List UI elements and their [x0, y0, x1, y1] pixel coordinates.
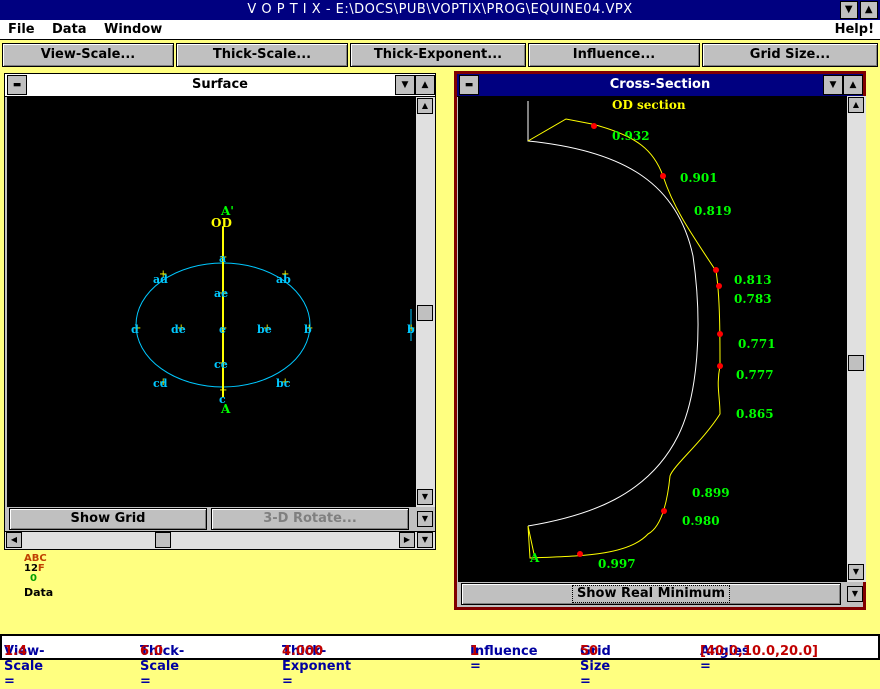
value-0901: 0.901 [680, 171, 718, 185]
legend-line2b: F [37, 563, 45, 574]
cross-section-window: ▬ Cross-Section ▼ ▲ OD section A 0.932 0… [454, 71, 866, 610]
label-d: d [131, 323, 139, 336]
label-be: be [257, 323, 272, 336]
point-2 [660, 173, 666, 179]
scroll-up-icon[interactable]: ▲ [848, 97, 864, 113]
surface-vscroll-thumb[interactable] [417, 305, 433, 321]
label-ce: ce [214, 358, 228, 371]
value-0777: 0.777 [736, 368, 774, 382]
label-c: c [219, 393, 226, 406]
influence-button[interactable]: Influence... [528, 43, 700, 67]
legend-line3: 0 [30, 573, 37, 584]
cross-section-subtitle: OD section [612, 98, 686, 112]
label-od: OD [211, 216, 232, 230]
minimize-button[interactable]: ▼ [840, 1, 858, 19]
scroll-down-icon[interactable]: ▼ [417, 511, 433, 527]
value-0997: 0.997 [598, 557, 636, 571]
point-8 [577, 551, 583, 557]
surface-title-bar: ▬ Surface ▼ ▲ [5, 74, 435, 97]
label-bc: bc [276, 377, 291, 390]
surface-button-row: Show Grid 3-D Rotate... ▼ [5, 507, 435, 531]
scroll-up-icon[interactable]: ▲ [417, 98, 433, 114]
thick-scale-button[interactable]: Thick-Scale... [176, 43, 348, 67]
menu-bar: File Data Window Help! [0, 20, 880, 40]
point-6 [717, 363, 723, 369]
surface-canvas[interactable]: +++ ++ + + + + + + + + + A' OD A a ae e ce c … [7, 97, 415, 507]
view-scale-button[interactable]: View-Scale... [2, 43, 174, 67]
scroll-down-icon[interactable]: ▼ [848, 564, 864, 580]
cross-section-title: Cross-Section [609, 77, 711, 92]
point-4 [716, 283, 722, 289]
value-0980: 0.980 [682, 514, 720, 528]
value-0813: 0.813 [734, 273, 772, 287]
scroll-down-icon[interactable]: ▼ [417, 489, 433, 505]
show-real-minimum-label: Show Real Minimum [571, 585, 731, 603]
cross-section-vscrollbar[interactable]: ▲ ▼ [846, 96, 866, 582]
menu-window[interactable]: Window [104, 22, 162, 37]
menu-data[interactable]: Data [52, 22, 87, 37]
point-3 [713, 267, 719, 273]
surface-title: Surface [192, 77, 248, 92]
label-b-right: b [407, 323, 415, 336]
point-5 [717, 331, 723, 337]
surface-maximize-button[interactable]: ▲ [415, 75, 435, 95]
app-title-bar: V O P T I X - E:\DOCS\PUB\VOPTIX\PROG\EQ… [0, 0, 880, 20]
value-0865: 0.865 [736, 407, 774, 421]
thick-exponent-button[interactable]: Thick-Exponent... [350, 43, 526, 67]
point-7 [661, 508, 667, 514]
cross-section-menu-button[interactable]: ▬ [459, 75, 479, 95]
surface-menu-button[interactable]: ▬ [7, 75, 27, 95]
value-0932: 0.932 [612, 129, 650, 143]
cross-section-button-row: Show Real Minimum ▼ [457, 582, 863, 607]
label-de: de [171, 323, 186, 336]
rotate-3d-button[interactable]: 3-D Rotate... [211, 508, 409, 530]
label-a: a [219, 252, 226, 265]
cross-section-title-bar: ▬ Cross-Section ▼ ▲ [457, 74, 863, 97]
cross-section-canvas[interactable]: OD section A 0.932 0.901 0.819 0.813 0.7… [458, 96, 846, 582]
data-icon[interactable]: ABC 12F 0 Data [24, 554, 64, 608]
scroll-down-icon[interactable]: ▼ [417, 532, 433, 548]
maximize-button[interactable]: ▲ [860, 1, 878, 19]
label-cd: cd [153, 377, 168, 390]
cross-section-a-label: A [529, 551, 540, 565]
surface-hscrollbar[interactable]: ◀ ▶ ▼ [5, 531, 435, 549]
cross-section-minimize-button[interactable]: ▼ [823, 75, 843, 95]
cross-section-maximize-button[interactable]: ▲ [843, 75, 863, 95]
value-0771: 0.771 [738, 337, 776, 351]
label-b: b [304, 323, 312, 336]
surface-window: ▬ Surface ▼ ▲ + + + + + + + + + + + + + + A' OD … [4, 73, 436, 550]
point-1 [591, 123, 597, 129]
scroll-down-icon[interactable]: ▼ [847, 586, 863, 602]
cross-section-vscroll-thumb[interactable] [848, 355, 864, 371]
label-ad: ad [153, 273, 168, 286]
label-ab: ab [276, 273, 291, 286]
label-ae: ae [214, 287, 228, 300]
show-real-minimum-button[interactable]: Show Real Minimum [461, 583, 841, 605]
value-0899: 0.899 [692, 486, 730, 500]
surface-vscrollbar[interactable]: ▲ ▼ [415, 97, 435, 507]
surface-minimize-button[interactable]: ▼ [395, 75, 415, 95]
data-icon-label: Data [24, 586, 54, 599]
app-title: V O P T I X - E:\DOCS\PUB\VOPTIX\PROG\EQ… [247, 2, 633, 17]
scroll-left-icon[interactable]: ◀ [6, 532, 22, 548]
show-grid-button[interactable]: Show Grid [9, 508, 207, 530]
status-bar: View-Scale = 1.4 Thick-Scale = 6.0 Thick… [0, 634, 880, 689]
scroll-right-icon[interactable]: ▶ [399, 532, 415, 548]
value-0819: 0.819 [694, 204, 732, 218]
value-0783: 0.783 [734, 292, 772, 306]
menu-help[interactable]: Help! [835, 22, 874, 37]
grid-size-button[interactable]: Grid Size... [702, 43, 878, 67]
toolbar: View-Scale... Thick-Scale... Thick-Expon… [0, 41, 880, 69]
surface-hscroll-thumb[interactable] [155, 532, 171, 548]
label-e: e [219, 323, 226, 336]
menu-file[interactable]: File [8, 22, 35, 37]
